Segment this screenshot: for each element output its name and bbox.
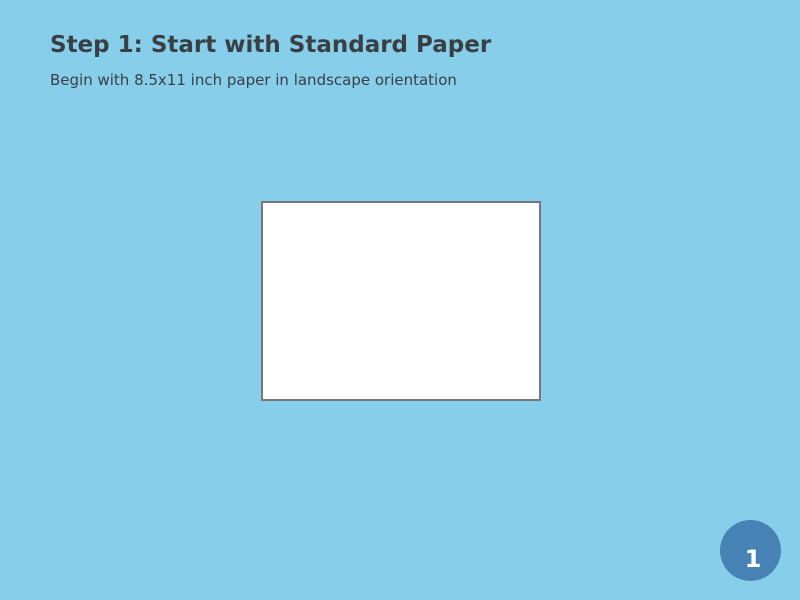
paper-sheet — [261, 201, 541, 401]
step-number: 1 — [744, 545, 762, 573]
step-title: Step 1: Start with Standard Paper — [50, 32, 492, 58]
step-subtitle: Begin with 8.5x11 inch paper in landscap… — [50, 71, 457, 89]
